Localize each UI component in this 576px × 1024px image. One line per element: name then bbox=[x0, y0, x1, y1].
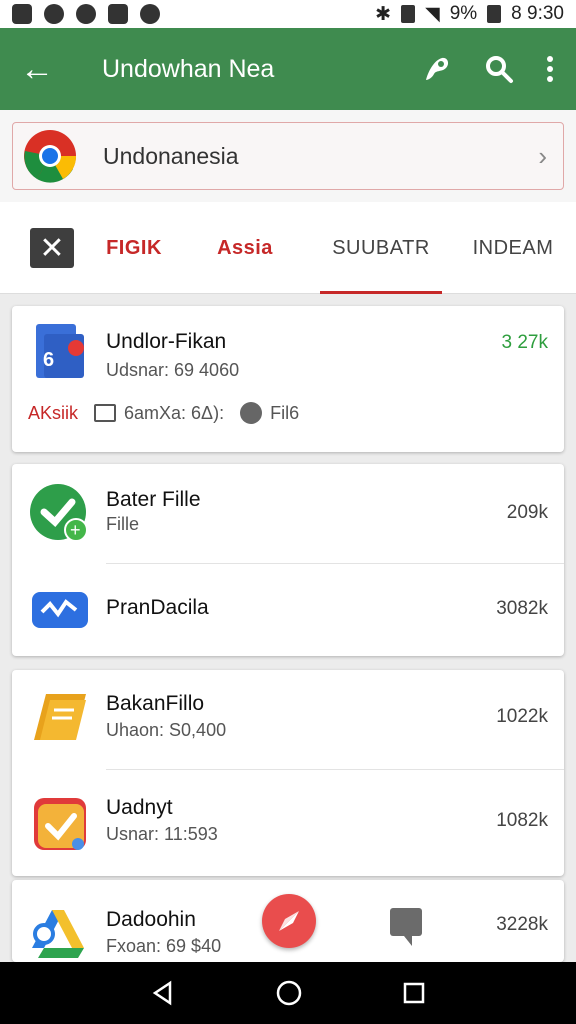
file-sub: Usnar: 11:593 bbox=[106, 824, 218, 844]
url-bar-container: Undonanesia › bbox=[0, 110, 576, 202]
file-sub: Fille bbox=[106, 514, 140, 534]
file-name: PranDacila bbox=[106, 596, 209, 619]
nav-home-icon[interactable] bbox=[275, 979, 303, 1007]
system-nav-bar bbox=[0, 962, 576, 1024]
file-name: Dadoohin bbox=[106, 908, 196, 931]
search-icon[interactable] bbox=[484, 54, 514, 84]
app-notification-icon bbox=[108, 4, 128, 24]
status-bar: ✱ ◥ 9% 8 9:30 bbox=[0, 0, 576, 28]
drive-icon bbox=[32, 910, 84, 958]
tab-bar: ✕ FIGIK Assia SUUBATR INDEAM bbox=[0, 202, 576, 294]
nav-recents-icon[interactable] bbox=[402, 981, 426, 1005]
sync-icon bbox=[44, 4, 64, 24]
svg-text:6: 6 bbox=[43, 349, 54, 371]
url-bar[interactable]: Undonanesia › bbox=[12, 122, 564, 190]
file-meta: AKsiik 6amXa: 6Δ): Fil6 bbox=[28, 402, 299, 424]
tab-assia[interactable]: Assia bbox=[204, 202, 286, 294]
tab-figik[interactable]: FIGIK bbox=[96, 202, 172, 294]
tasks-icon bbox=[34, 798, 86, 850]
chat-wave-icon bbox=[32, 592, 88, 628]
compass-icon bbox=[279, 911, 299, 931]
nav-back-icon[interactable] bbox=[150, 980, 176, 1006]
svg-text:+: + bbox=[70, 520, 81, 540]
notes-icon bbox=[34, 694, 86, 740]
list-item[interactable]: + Bater Fille Fille 209k bbox=[12, 464, 564, 562]
vibrate-icon bbox=[401, 5, 416, 23]
file-card[interactable]: BakanFillo Uhaon: S0,400 1022k Uadnyt Us… bbox=[12, 670, 564, 876]
brush-icon[interactable] bbox=[422, 54, 452, 84]
back-arrow-icon[interactable]: ← bbox=[20, 52, 60, 86]
file-sub: Fxoan: 69 $40 bbox=[106, 936, 222, 956]
file-size: 3228k bbox=[496, 914, 548, 935]
file-card[interactable]: 6 Undlor-Fikan Udsnar: 69 4060 3 27k AKs… bbox=[12, 306, 564, 452]
close-icon[interactable]: ✕ bbox=[30, 228, 74, 268]
document-icon: 6 bbox=[36, 324, 84, 378]
file-name: Bater Fille bbox=[106, 488, 201, 511]
floating-action-button[interactable] bbox=[262, 894, 316, 948]
chevron-right-icon[interactable]: › bbox=[538, 141, 547, 172]
list-item[interactable]: Uadnyt Usnar: 11:593 1082k bbox=[12, 770, 564, 876]
chrome-icon bbox=[24, 130, 77, 183]
file-size: 209k bbox=[506, 502, 548, 523]
tab-indeam[interactable]: INDEAM bbox=[470, 202, 556, 294]
dot-icon bbox=[140, 4, 160, 24]
file-name: BakanFillo bbox=[106, 692, 205, 715]
file-name: Undlor-Fikan bbox=[106, 330, 227, 353]
url-text: Undonanesia bbox=[103, 142, 239, 169]
list-item[interactable]: BakanFillo Uhaon: S0,400 1022k bbox=[12, 670, 564, 770]
file-size: 1022k bbox=[496, 706, 548, 727]
gallery-icon bbox=[12, 4, 32, 24]
check-badge-icon: + bbox=[30, 484, 88, 542]
clock: 8 9:30 bbox=[511, 3, 564, 24]
list-item[interactable]: PranDacila 3082k bbox=[12, 564, 564, 656]
overflow-menu-icon[interactable] bbox=[546, 55, 554, 83]
meta-file: Fil6 bbox=[270, 402, 300, 423]
meta-info: 6amXa: 6Δ): bbox=[124, 402, 225, 423]
tab-suubatr[interactable]: SUUBATR bbox=[320, 202, 442, 294]
comment-icon[interactable] bbox=[390, 908, 422, 946]
file-size: 3 27k bbox=[501, 332, 548, 353]
battery-percent: 9% bbox=[449, 3, 478, 24]
file-size: 3082k bbox=[496, 598, 548, 619]
app-bar: ← Undowhan Nea bbox=[0, 28, 576, 110]
file-name: Uadnyt bbox=[106, 796, 173, 819]
file-sub: Udsnar: 69 4060 bbox=[106, 360, 240, 380]
file-sub: Uhaon: S0,400 bbox=[106, 720, 227, 740]
palette-icon bbox=[240, 402, 263, 424]
list-item[interactable]: 6 Undlor-Fikan Udsnar: 69 4060 3 27k AKs… bbox=[12, 306, 564, 452]
battery-icon bbox=[487, 5, 502, 23]
meta-tag: AKsiik bbox=[28, 402, 79, 423]
page-title: Undowhan Nea bbox=[102, 54, 275, 83]
wifi-icon: ◥ bbox=[425, 3, 440, 25]
bluetooth-icon: ✱ bbox=[375, 3, 392, 25]
file-card[interactable]: + Bater Fille Fille 209k PranDacila 3082… bbox=[12, 464, 564, 656]
message-icon bbox=[94, 404, 117, 422]
alarm-icon bbox=[76, 4, 96, 24]
file-size: 1082k bbox=[496, 810, 548, 831]
